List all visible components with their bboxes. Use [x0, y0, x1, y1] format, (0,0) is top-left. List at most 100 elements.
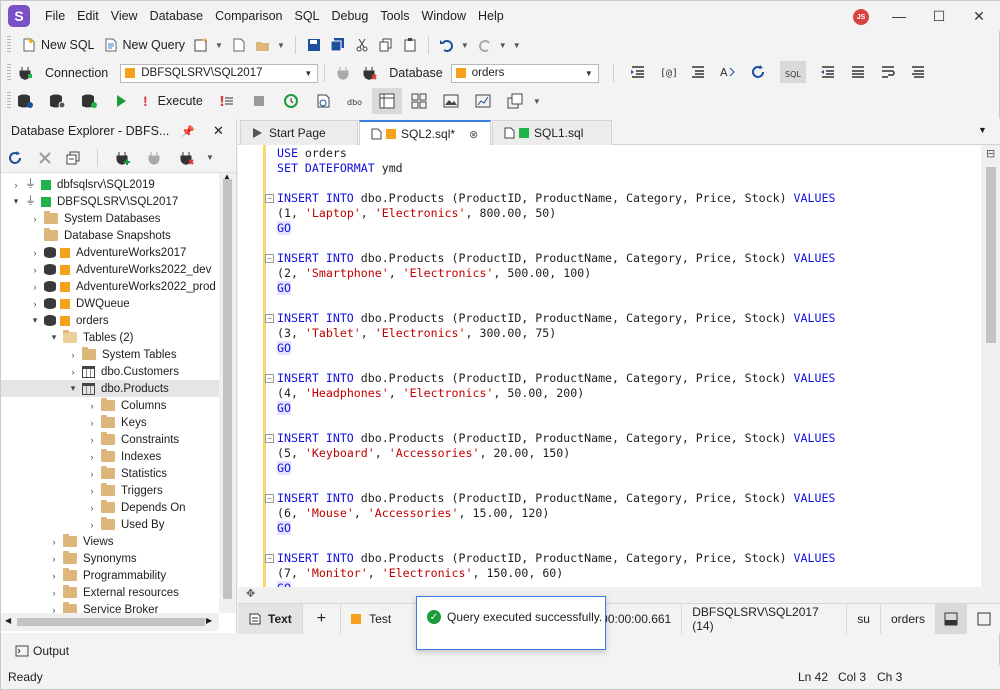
tree-node[interactable]: › AdventureWorks2017	[30, 244, 187, 261]
editor-vertical-scrollbar[interactable]: ⊟	[981, 145, 1000, 587]
new-sql-button[interactable]: New SQL	[17, 33, 99, 57]
sql-mode-icon[interactable]: SQL	[779, 60, 806, 83]
tree-node[interactable]: › Synonyms	[49, 550, 137, 567]
fold-toggle-icon[interactable]: −	[265, 314, 274, 323]
chevron-right-icon[interactable]: ›	[30, 265, 40, 275]
tree-node[interactable]: › Indexes	[87, 448, 161, 465]
tree-node[interactable]: › System Tables	[68, 346, 177, 363]
stop-icon[interactable]	[251, 93, 267, 109]
add-results-tab-button[interactable]: +	[303, 603, 342, 634]
comment-icon[interactable]	[690, 64, 706, 80]
pin-icon[interactable]: 📌	[181, 125, 195, 138]
chevron-down-icon[interactable]: ▼	[215, 41, 223, 50]
close-window-button[interactable]: ✕	[959, 1, 999, 31]
panel-layout-button[interactable]	[936, 603, 967, 634]
database-check-icon[interactable]	[81, 93, 97, 109]
new-object-button[interactable]: ▼	[189, 33, 227, 57]
tree-node[interactable]: › AdventureWorks2022_prod	[30, 278, 216, 295]
paste-button[interactable]	[398, 33, 422, 57]
fold-toggle-icon[interactable]: −	[265, 374, 274, 383]
chevron-right-icon[interactable]: ›	[49, 588, 59, 598]
disconnect-icon[interactable]	[335, 65, 351, 81]
indent-icon[interactable]	[630, 64, 646, 80]
open-file-button[interactable]: ▼	[251, 33, 289, 57]
wrap-icon[interactable]	[880, 64, 896, 80]
tree-node[interactable]: › Programmability	[49, 567, 166, 584]
chevron-right-icon[interactable]: ›	[87, 486, 97, 496]
toolbar-grip[interactable]	[7, 36, 11, 54]
new-query-button[interactable]: New Query	[99, 33, 190, 57]
query-profiler-icon[interactable]	[315, 93, 331, 109]
align-icon[interactable]	[850, 64, 866, 80]
chart-icon[interactable]	[475, 93, 491, 109]
editor-vertical-thumb[interactable]	[986, 167, 996, 343]
export-icon[interactable]	[507, 93, 523, 109]
tree-node[interactable]: ▾ ⏚ DBFSQLSRV\SQL2017	[11, 193, 179, 210]
chevron-down-icon[interactable]: ▼	[499, 41, 507, 50]
redo-button[interactable]: ▼	[473, 33, 511, 57]
move-icon[interactable]: ✥	[246, 587, 255, 600]
scroll-left-icon[interactable]: ◀	[5, 616, 11, 625]
chevron-down-icon[interactable]: ▾	[49, 332, 59, 343]
tree-node[interactable]: › ⏚ dbfsqlsrv\SQL2019	[11, 176, 155, 193]
maximize-panel-button[interactable]	[967, 604, 1000, 634]
execute-current-icon[interactable]: !	[219, 93, 235, 110]
chevron-right-icon[interactable]: ›	[87, 503, 97, 513]
test-connection-indicator[interactable]: Test	[341, 604, 401, 634]
tab-start-page[interactable]: Start Page	[240, 120, 358, 145]
uppercase-icon[interactable]: A	[720, 64, 736, 80]
undo-button[interactable]: ▼	[435, 33, 473, 57]
close-icon[interactable]: ✕	[213, 123, 224, 139]
copy-button[interactable]	[374, 33, 398, 57]
menu-sql[interactable]: SQL	[288, 1, 325, 31]
sql-editor[interactable]: USE orders SET DATEFORMAT ymd − INSERT IN…	[238, 145, 981, 587]
tab-list-chevron-icon[interactable]: ▼	[978, 125, 987, 135]
split-icon[interactable]: ⊟	[986, 147, 995, 160]
save-all-button[interactable]	[326, 33, 350, 57]
editor-horizontal-scrollbar[interactable]: ✥	[238, 587, 1000, 603]
chevron-down-icon[interactable]: ▼	[533, 97, 541, 106]
menu-database[interactable]: Database	[144, 1, 210, 31]
fold-toggle-icon[interactable]: −	[265, 554, 274, 563]
toolbar-overflow-icon[interactable]: ▼	[513, 41, 521, 50]
cut-button[interactable]	[350, 33, 374, 57]
chevron-right-icon[interactable]: ›	[87, 452, 97, 462]
menu-help[interactable]: Help	[472, 1, 510, 31]
chevron-down-icon[interactable]: ▾	[68, 383, 78, 394]
tree-node[interactable]: › Triggers	[87, 482, 163, 499]
tree-node[interactable]: › Statistics	[87, 465, 167, 482]
fold-toggle-icon[interactable]: −	[265, 434, 274, 443]
output-tab[interactable]: Output	[15, 644, 69, 658]
menu-comparison[interactable]: Comparison	[209, 1, 288, 31]
run-icon[interactable]	[113, 93, 129, 109]
database-plug-icon[interactable]	[361, 65, 377, 81]
chevron-right-icon[interactable]: ›	[87, 520, 97, 530]
query-builder-icon[interactable]	[371, 88, 402, 114]
connect-icon[interactable]	[146, 150, 162, 166]
minimize-button[interactable]: —	[879, 1, 919, 31]
chevron-right-icon[interactable]: ›	[68, 350, 78, 360]
maximize-button[interactable]: ☐	[919, 1, 959, 31]
tree-vertical-thumb[interactable]	[223, 179, 232, 599]
fold-toggle-icon[interactable]: −	[265, 194, 274, 203]
tab-sql2[interactable]: SQL2.sql* ⊗	[359, 120, 491, 146]
dbo-icon[interactable]: dbo	[347, 93, 363, 109]
chevron-right-icon[interactable]: ›	[87, 418, 97, 428]
tree-node[interactable]: › Views	[49, 533, 113, 550]
chevron-right-icon[interactable]: ›	[49, 554, 59, 564]
chevron-right-icon[interactable]: ›	[11, 180, 21, 190]
parameters-icon[interactable]: [@]	[660, 64, 678, 80]
tree-node[interactable]: › Service Broker	[49, 601, 158, 613]
text-tab[interactable]: Text	[238, 603, 303, 634]
user-avatar[interactable]: JS	[853, 9, 869, 25]
outdent-icon[interactable]	[820, 64, 836, 80]
schema-icon[interactable]	[411, 93, 427, 109]
chevron-right-icon[interactable]: ›	[30, 299, 40, 309]
tree-node[interactable]: › DWQueue	[30, 295, 130, 312]
chevron-right-icon[interactable]: ›	[49, 571, 59, 581]
chevron-right-icon[interactable]: ›	[87, 435, 97, 445]
menu-debug[interactable]: Debug	[326, 1, 375, 31]
tree-node[interactable]: › External resources	[49, 584, 179, 601]
tree-vertical-scrollbar[interactable]: ▲	[219, 172, 236, 613]
chevron-down-icon[interactable]: ▼	[461, 41, 469, 50]
